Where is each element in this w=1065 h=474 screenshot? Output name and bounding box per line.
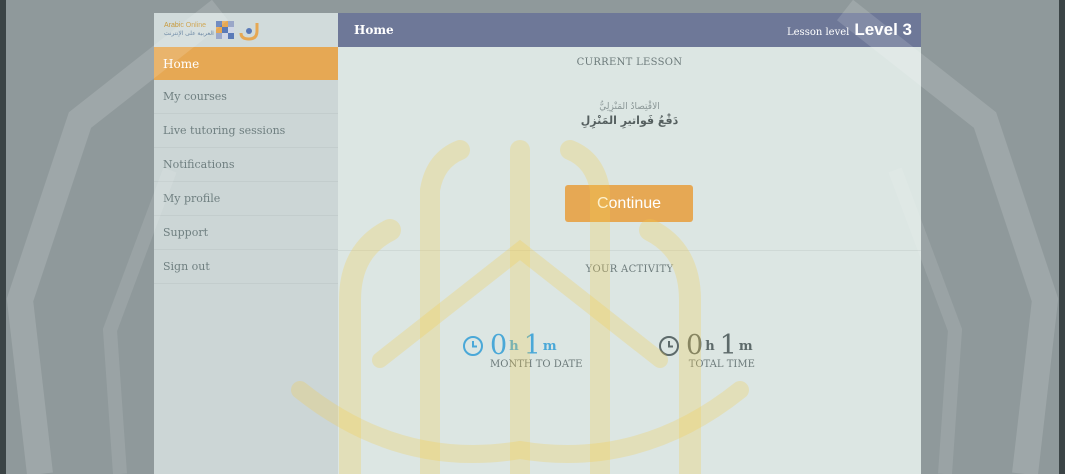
- logo-mark-icon: [239, 23, 259, 41]
- sidebar-item-notifications[interactable]: Notifications: [154, 148, 338, 182]
- current-lesson-heading: CURRENT LESSON: [576, 57, 683, 68]
- logo[interactable]: Arabic Online العربية على الإنترنت: [154, 13, 338, 47]
- lesson-unit-title: الاقْتِصادُ المَنْزِلِيُّ: [599, 102, 660, 112]
- continue-button[interactable]: Continue: [565, 185, 693, 222]
- total-time-label: TOTAL TIME: [688, 359, 755, 370]
- stat-month-to-date: 0 h 1 m MONTH TO DATE: [462, 331, 582, 370]
- logo-english: Arabic Online: [164, 22, 207, 29]
- lesson-level-value: Level 3: [854, 20, 912, 39]
- lesson-title: دَفْعُ فَواتيرِ المَنْزِلِ: [580, 114, 679, 127]
- clock-icon: [659, 336, 679, 356]
- sidebar-item-my-profile[interactable]: My profile: [154, 182, 338, 216]
- total-minutes-value: 1: [719, 330, 737, 361]
- sidebar-item-live-tutoring[interactable]: Live tutoring sessions: [154, 114, 338, 148]
- sidebar-item-sign-out[interactable]: Sign out: [154, 250, 338, 284]
- month-to-date-label: MONTH TO DATE: [490, 359, 583, 370]
- screen-edge-right: [1059, 0, 1065, 474]
- page-title: Home: [354, 23, 394, 37]
- total-hours-unit: h: [705, 338, 715, 354]
- sidebar: Arabic Online العربية على الإنترنت Home …: [154, 13, 338, 474]
- stat-total-time: 0 h 1 m TOTAL TIME: [658, 331, 758, 370]
- logo-text: Arabic Online العربية على الإنترنت: [164, 21, 214, 39]
- month-hours-unit: h: [509, 338, 519, 354]
- month-minutes-unit: m: [542, 338, 557, 354]
- app-window: Arabic Online العربية على الإنترنت Home …: [154, 13, 921, 474]
- sidebar-item-my-courses[interactable]: My courses: [154, 80, 338, 114]
- activity-heading: YOUR ACTIVITY: [585, 264, 674, 275]
- sidebar-item-home[interactable]: Home: [154, 47, 338, 80]
- screen-edge-left: [0, 0, 6, 474]
- sidebar-item-support[interactable]: Support: [154, 216, 338, 250]
- clock-icon: [463, 336, 483, 356]
- total-hours-value: 0: [686, 330, 704, 361]
- lesson-level: Lesson level Level 3: [787, 20, 912, 40]
- activity-panel: YOUR ACTIVITY 0 h 1 m MONTH TO DATE 0 h …: [338, 251, 921, 415]
- month-minutes-value: 1: [523, 330, 541, 361]
- top-bar: Home Lesson level Level 3: [338, 13, 921, 47]
- total-minutes-unit: m: [738, 338, 753, 354]
- current-lesson-panel: CURRENT LESSON الاقْتِصادُ المَنْزِلِيُّ…: [338, 47, 921, 251]
- main-content: Home Lesson level Level 3 CURRENT LESSON…: [338, 13, 921, 474]
- logo-arabic: العربية على الإنترنت: [164, 31, 214, 37]
- activity-stats: 0 h 1 m MONTH TO DATE 0 h 1 m TOTAL TIME: [338, 275, 921, 415]
- month-hours-value: 0: [490, 330, 508, 361]
- lesson-level-label: Lesson level: [787, 27, 850, 38]
- logo-grid-icon: [215, 21, 234, 39]
